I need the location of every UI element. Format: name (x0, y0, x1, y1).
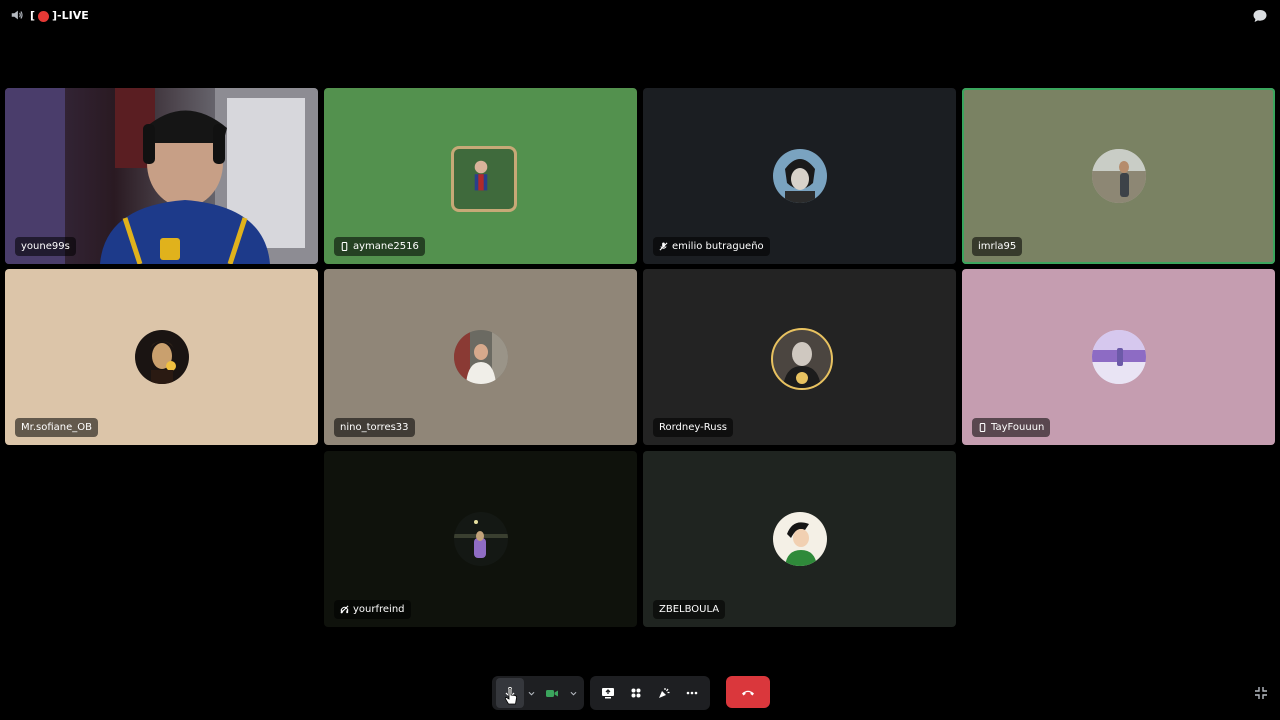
participant-name: TayFouuun (991, 422, 1045, 433)
mic-options-button[interactable] (524, 678, 538, 708)
participant-tile[interactable]: emilio butragueño (643, 88, 956, 264)
activities-button[interactable] (622, 678, 650, 708)
participant-name-tag: emilio butragueño (653, 237, 770, 256)
disconnect-button[interactable] (726, 676, 770, 708)
participant-name-tag: TayFouuun (972, 418, 1051, 437)
avatar (453, 512, 508, 566)
participant-name-tag: nino_torres33 (334, 418, 415, 437)
participant-name-tag: Mr.sofiane_OB (15, 418, 98, 437)
avatar (1091, 149, 1146, 203)
avatar (453, 330, 508, 384)
channel-prefix: [ (30, 9, 36, 22)
phone-icon (341, 242, 348, 251)
screen-share-button[interactable] (594, 678, 622, 708)
avatar (134, 330, 189, 384)
participant-name: yourfreind (353, 604, 405, 615)
participant-name: Rordney-Russ (659, 422, 727, 433)
participant-name-tag: ZBELBOULA (653, 600, 726, 619)
live-dot-icon (38, 10, 50, 22)
avatar (770, 328, 833, 390)
participant-name: nino_torres33 (340, 422, 409, 433)
participant-name-tag: aymane2516 (334, 237, 425, 256)
camera-button[interactable] (538, 678, 566, 708)
soundboard-icon (659, 688, 670, 698)
participant-name-tag: yourfreind (334, 600, 411, 619)
hand-cursor-icon (504, 688, 517, 705)
soundboard-button[interactable] (650, 678, 678, 708)
participant-name: imrla95 (978, 241, 1017, 252)
avatar (772, 512, 827, 566)
channel-name[interactable]: [ ]-LIVE (30, 8, 89, 24)
participant-tile[interactable]: Rordney-Russ (643, 269, 956, 445)
participant-name: aymane2516 (353, 241, 419, 252)
avatar (450, 146, 517, 212)
chevron-down-icon (570, 691, 576, 696)
screen-share-icon (602, 688, 614, 699)
participant-tile[interactable]: TayFouuun (962, 269, 1275, 445)
participant-tile[interactable]: ZBELBOULA (643, 451, 956, 627)
camera-icon (546, 690, 558, 697)
call-controls (492, 676, 770, 710)
more-options-button[interactable] (678, 678, 706, 708)
participant-name-tag: youne99s (15, 237, 76, 256)
participant-name: ZBELBOULA (659, 604, 720, 615)
channel-suffix: ]-LIVE (52, 9, 89, 22)
hang-up-icon (742, 690, 754, 696)
participant-tile[interactable]: youne99s (5, 88, 318, 264)
deafened-icon (340, 605, 349, 614)
chat-icon[interactable] (1252, 8, 1268, 24)
activities-icon (631, 688, 641, 698)
muted-mic-icon (659, 242, 668, 251)
participant-name: emilio butragueño (672, 241, 764, 252)
exit-fullscreen-icon[interactable] (1254, 686, 1268, 700)
avatar (772, 149, 827, 203)
participant-tile[interactable]: yourfreind (324, 451, 637, 627)
participant-name-tag: Rordney-Russ (653, 418, 733, 437)
activity-control-group (590, 676, 710, 710)
participant-tile[interactable]: Mr.sofiane_OB (5, 269, 318, 445)
participant-name: youne99s (21, 241, 70, 252)
participant-tile[interactable]: imrla95 (962, 88, 1275, 264)
avatar (1091, 330, 1146, 384)
participant-tile[interactable]: aymane2516 (324, 88, 637, 264)
phone-icon (979, 423, 986, 432)
chevron-down-icon (528, 691, 534, 696)
top-bar: [ ]-LIVE (0, 0, 1280, 32)
participant-tile[interactable]: nino_torres33 (324, 269, 637, 445)
participant-name: Mr.sofiane_OB (21, 422, 92, 433)
speaker-icon (11, 10, 23, 20)
participant-name-tag: imrla95 (972, 237, 1023, 256)
camera-options-button[interactable] (566, 678, 580, 708)
more-icon (686, 691, 698, 695)
